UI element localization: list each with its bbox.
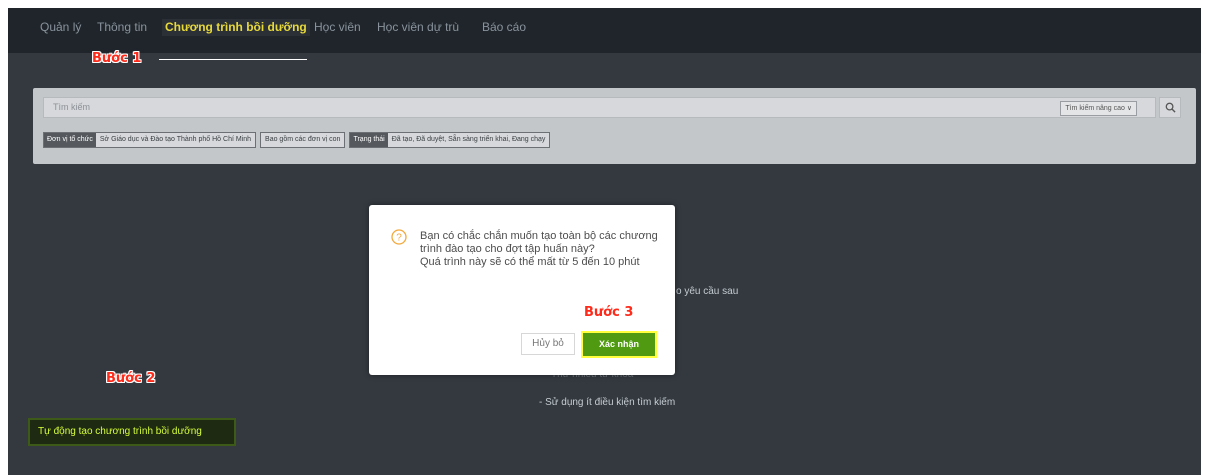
search-input[interactable]: Tìm kiếm Tìm kiếm nâng cao ∨ — [43, 97, 1156, 118]
filter-value: Đã tạo, Đã duyệt, Sẵn sàng triển khai, Đ… — [391, 136, 546, 143]
nav-item-thong-tin[interactable]: Thông tin — [97, 20, 147, 34]
auto-create-program-button[interactable]: Tự động tạo chương trình bồi dưỡng — [28, 418, 236, 446]
step3-annotation: Bước 3 — [584, 305, 634, 320]
filter-value: Sở Giáo dục và Đào tạo Thành phố Hồ Chí … — [99, 136, 252, 143]
filter-chips: Đơn vị tổ chức Sở Giáo dục và Đào tạo Thà… — [43, 132, 554, 148]
confirm-dialog: ? Bạn có chắc chắn muốn tạo toàn bộ các … — [369, 205, 675, 375]
empty-state-hint: o yêu cầu sau — [676, 286, 739, 297]
search-panel: Tìm kiếm Tìm kiếm nâng cao ∨ Đơn vị tổ c… — [33, 88, 1196, 164]
search-icon — [1165, 102, 1176, 113]
app-window: Quản lý Thông tin Chương trình bồi dưỡng… — [8, 8, 1201, 475]
step1-underline — [159, 59, 307, 60]
confirm-button-highlight: Xác nhận — [581, 331, 657, 358]
filter-tag: Đơn vị tổ chức — [44, 133, 96, 147]
dialog-note: Quá trình này sẽ có thể mất từ 5 đến 10 … — [420, 256, 640, 268]
step2-annotation: Bước 2 — [106, 371, 156, 386]
advanced-search-select[interactable]: Tìm kiếm nâng cao ∨ — [1060, 101, 1137, 116]
nav-item-quan-ly[interactable]: Quản lý — [40, 20, 81, 34]
cancel-button[interactable]: Hủy bỏ — [521, 333, 575, 355]
top-nav: Quản lý Thông tin Chương trình bồi dưỡng… — [8, 8, 1201, 53]
filter-tag: Trạng thái — [350, 133, 388, 147]
nav-item-hoc-vien[interactable]: Học viên — [314, 20, 361, 34]
dialog-message: Bạn có chắc chắn muốn tạo toàn bộ các ch… — [420, 230, 658, 255]
filter-chip-organization[interactable]: Đơn vị tổ chức Sở Giáo dục và Đào tạo Thà… — [43, 132, 257, 148]
nav-item-hoc-vien-du-tru[interactable]: Học viên dự trù — [377, 20, 459, 34]
dialog-message-block: Bạn có chắc chắn muốn tạo toàn bộ các ch… — [420, 230, 660, 269]
nav-item-chuong-trinh-boi-duong[interactable]: Chương trình bồi dưỡng — [162, 19, 310, 36]
filter-chip-status[interactable]: Trạng thái Đã tạo, Đã duyệt, Sẵn sàng tri… — [349, 132, 551, 148]
filter-chip-include-children[interactable]: Bao gồm các đơn vị con — [260, 132, 346, 148]
search-button[interactable] — [1159, 97, 1181, 118]
nav-item-bao-cao[interactable]: Báo cáo — [482, 20, 526, 34]
question-circle-icon: ? — [391, 229, 407, 245]
search-placeholder: Tìm kiếm — [53, 102, 90, 112]
confirm-button[interactable]: Xác nhận — [583, 333, 655, 356]
step1-annotation: Bước 1 — [92, 51, 142, 66]
svg-text:?: ? — [396, 233, 402, 244]
empty-state-hint-last: - Sử dụng ít điều kiện tìm kiếm — [539, 397, 676, 408]
filter-value: Bao gồm các đơn vị con — [265, 136, 341, 143]
